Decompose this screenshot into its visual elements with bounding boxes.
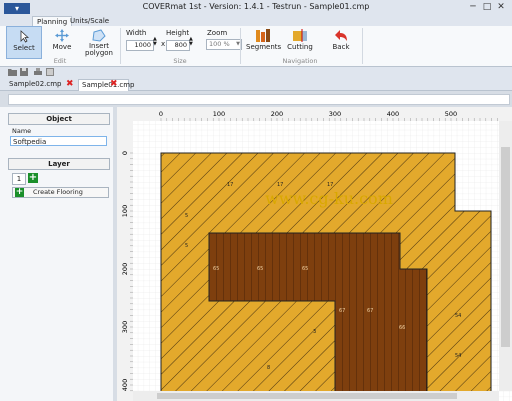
ruler-x-label: 100 <box>213 110 225 118</box>
width-spinner[interactable]: ▲ ▼ <box>153 37 157 47</box>
select-cursor-icon <box>20 30 30 43</box>
back-button[interactable]: Back <box>326 26 356 57</box>
height-label: Height <box>166 29 190 37</box>
add-layer-icon[interactable]: + <box>28 173 38 183</box>
print-icon[interactable] <box>34 68 42 76</box>
board-label: 54 <box>455 353 461 359</box>
board-label: 5 <box>185 243 188 249</box>
segments-icon <box>256 29 270 42</box>
ruler-y-label: 0 <box>121 151 129 155</box>
board-label: 54 <box>455 313 461 319</box>
watermark: www.cg-ku.com <box>265 189 393 208</box>
width-label: Width <box>126 29 147 37</box>
info-bar <box>8 94 510 105</box>
drawing-canvas[interactable]: 0 100 200 300 400 500 0 100 200 300 400 … <box>117 107 512 401</box>
ribbon-tabs: Planning Units/Scale <box>0 16 512 27</box>
ruler-x-label: 400 <box>387 110 399 118</box>
board-label: 8 <box>267 365 270 371</box>
board-label: 66 <box>399 325 405 331</box>
ribbon: Select Move Insert polygon Edit Width 10… <box>0 26 512 67</box>
doc-tab-sample02[interactable]: Sample02.cmp <box>6 79 65 90</box>
ruler-y-label: 100 <box>121 205 129 217</box>
board-label: 17 <box>227 182 233 188</box>
close-window-button[interactable]: ✕ <box>496 2 506 12</box>
minimize-button[interactable]: ─ <box>468 2 478 12</box>
quick-access-toolbar <box>0 67 512 77</box>
board-label: 17 <box>277 182 283 188</box>
tab-units-scale[interactable]: Units/Scale <box>66 16 113 26</box>
properties-panel: Object Name Softpedia Layer 1 + + Create… <box>0 107 113 401</box>
back-arrow-icon <box>335 30 347 41</box>
zoom-value: 100 % <box>209 40 230 48</box>
doc-tab-label: Sample01.cmp <box>82 81 135 89</box>
height-spinner[interactable]: ▲ ▼ <box>189 37 193 47</box>
window-title: COVERmat 1st - Version: 1.4.1 - Testrun … <box>142 2 370 11</box>
title-bar: ▾ COVERmat 1st - Version: 1.4.1 - Testru… <box>0 0 512 16</box>
doc-tab-sample01[interactable]: Sample01.cmp <box>78 79 135 91</box>
ribbon-separator <box>362 28 363 64</box>
ruler-y-label: 400 <box>121 379 129 391</box>
insert-polygon-label: Insert polygon <box>85 42 113 57</box>
move-label: Move <box>52 43 72 51</box>
zoom-label: Zoom <box>207 29 228 37</box>
board-label: 65 <box>257 266 263 272</box>
cutting-button[interactable]: Cutting <box>284 26 316 57</box>
move-button[interactable]: Move <box>46 26 78 57</box>
create-flooring-label: Create Flooring <box>33 188 83 196</box>
zoom-select[interactable]: 100 % ▼ <box>206 39 242 50</box>
board-label: 67 <box>339 308 345 314</box>
layer-tab[interactable]: 1 <box>12 173 26 185</box>
width-input[interactable]: 1000 <box>126 40 154 51</box>
create-flooring-button[interactable]: + Create Flooring <box>12 187 109 198</box>
board-label: 5 <box>185 213 188 219</box>
ruler-y-label: 200 <box>121 263 129 275</box>
name-input[interactable]: Softpedia <box>10 136 107 146</box>
back-label: Back <box>332 43 350 51</box>
times-sign: x <box>161 40 166 48</box>
cutting-icon <box>293 29 307 42</box>
board-label: 65 <box>302 266 308 272</box>
close-tab-icon[interactable]: ✖ <box>110 79 118 89</box>
board-label: 67 <box>367 308 373 314</box>
move-arrows-icon <box>55 29 69 42</box>
name-label: Name <box>12 127 32 135</box>
ruler-x-label: 0 <box>159 110 163 118</box>
vertical-scroll-thumb[interactable] <box>501 147 510 347</box>
board-label: 3 <box>313 329 316 335</box>
cutting-label: Cutting <box>287 43 313 51</box>
horizontal-scroll-thumb[interactable] <box>157 393 457 399</box>
ruler-x-label: 200 <box>271 110 283 118</box>
object-header: Object <box>8 113 110 125</box>
board-label: 17 <box>327 182 333 188</box>
board-label: 65 <box>213 266 219 272</box>
ruler-x-label: 300 <box>329 110 341 118</box>
polygon-icon <box>92 29 106 42</box>
size-group-label: Size <box>173 57 187 65</box>
close-tab-icon[interactable]: ✖ <box>66 79 74 89</box>
height-input[interactable]: 800 <box>166 40 190 51</box>
edit-group-label: Edit <box>53 57 67 65</box>
document-tabs: Sample02.cmp ✖ Sample01.cmp ✖ <box>0 77 512 91</box>
floor-plan[interactable]: 0 100 200 300 400 500 0 100 200 300 400 … <box>117 107 512 401</box>
segments-button[interactable]: Segments <box>246 26 282 57</box>
open-folder-icon[interactable] <box>8 68 17 76</box>
preview-icon[interactable] <box>46 68 54 76</box>
segments-label: Segments <box>246 43 282 51</box>
doc-tab-label: Sample02.cmp <box>9 80 62 88</box>
select-button[interactable]: Select <box>6 26 42 59</box>
layer-header: Layer <box>8 158 110 170</box>
ruler-x-label: 500 <box>445 110 457 118</box>
navigation-group-label: Navigation <box>282 57 318 65</box>
ruler-y-label: 300 <box>121 321 129 333</box>
save-icon[interactable] <box>20 68 28 76</box>
insert-polygon-button[interactable]: Insert polygon <box>82 26 116 57</box>
maximize-button[interactable]: □ <box>482 2 492 12</box>
select-label: Select <box>13 44 35 52</box>
plus-icon: + <box>15 187 24 197</box>
